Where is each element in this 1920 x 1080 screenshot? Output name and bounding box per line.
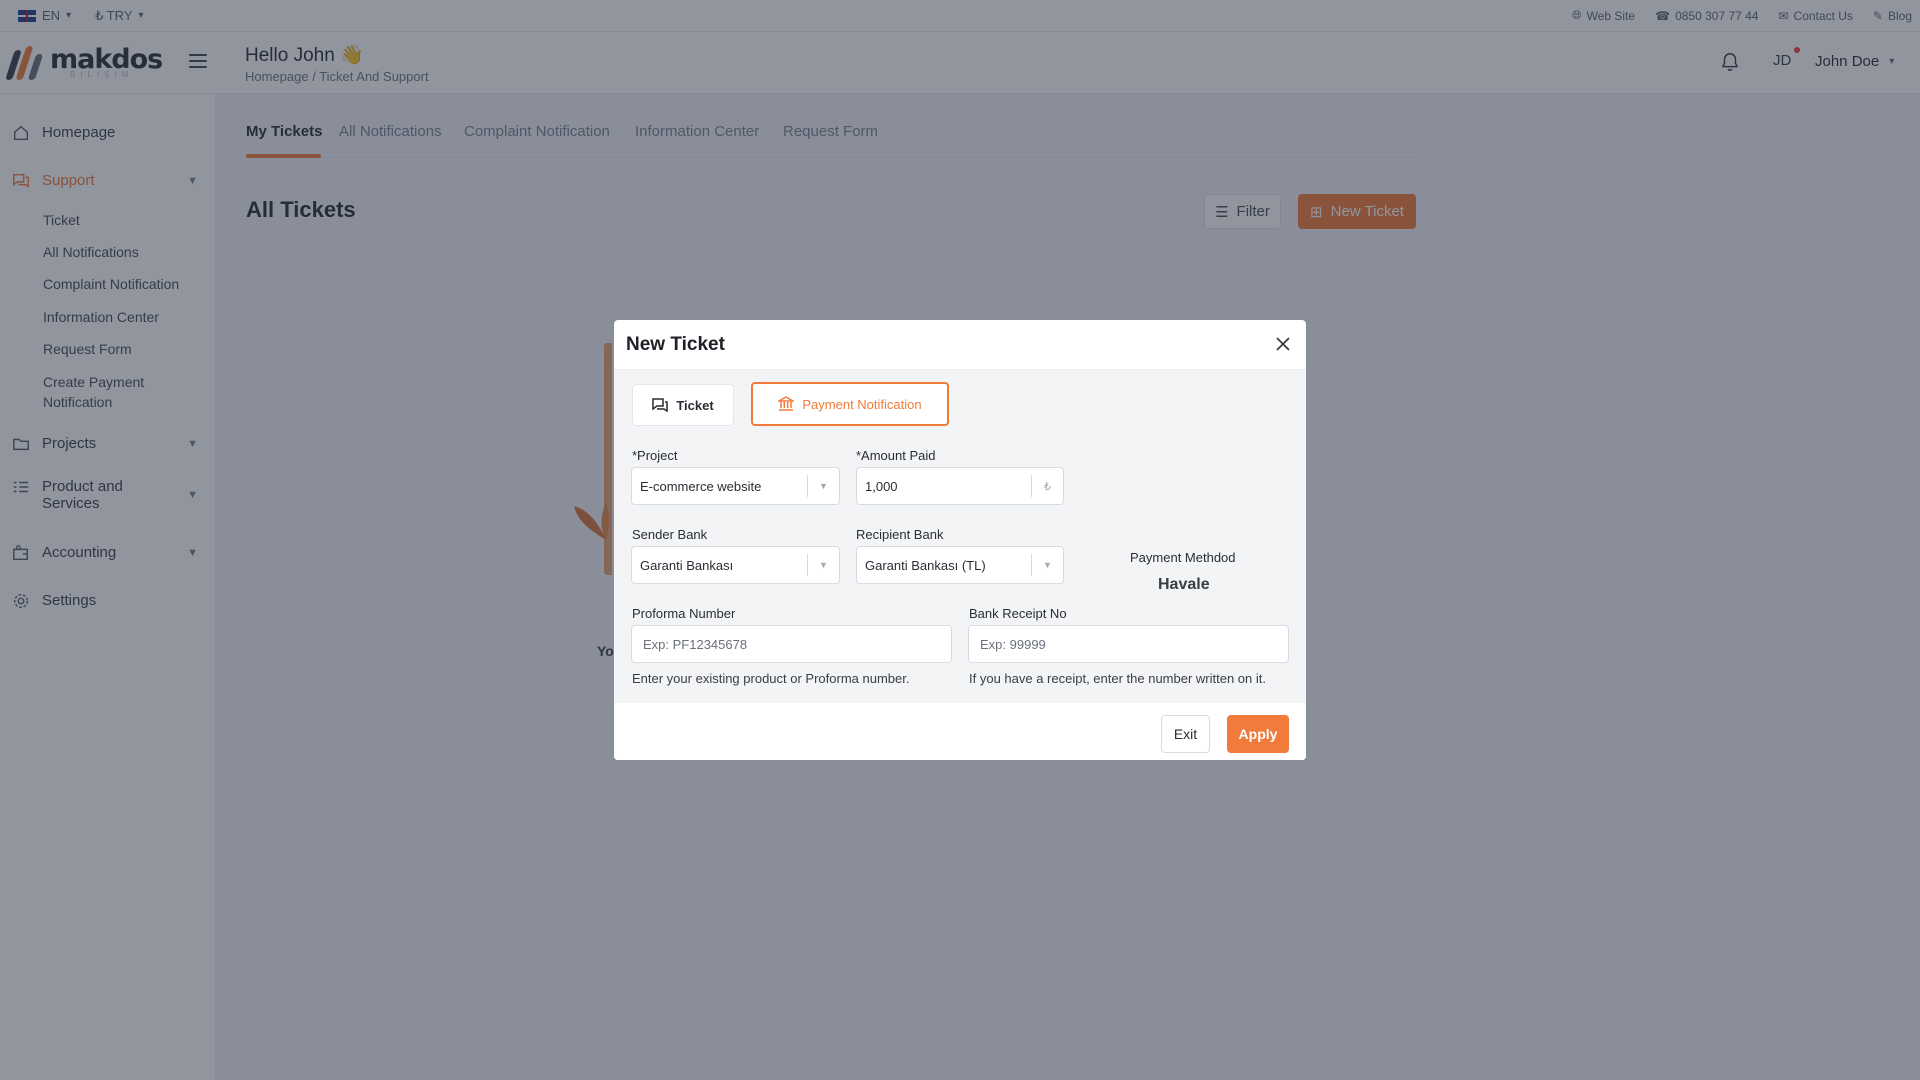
new-ticket-modal: New Ticket Ticket Payment Notification *… — [614, 320, 1306, 760]
payment-method-value: Havale — [1158, 576, 1210, 593]
bank-icon — [778, 396, 795, 411]
modal-header: New Ticket — [614, 320, 1306, 370]
payment-method-label: Payment Methdod — [1130, 550, 1236, 565]
chevron-down-icon: ▼ — [819, 481, 828, 491]
chat-icon — [652, 398, 669, 412]
amount-paid-label: *Amount Paid — [856, 448, 936, 463]
sender-bank-label: Sender Bank — [632, 527, 708, 542]
chevron-down-icon: ▼ — [819, 560, 828, 570]
proforma-number-input[interactable]: Exp: PF12345678 — [631, 625, 952, 663]
currency-lira-icon: ₺ — [1044, 480, 1051, 493]
close-icon[interactable] — [1274, 335, 1292, 353]
bank-receipt-input[interactable]: Exp: 99999 — [968, 625, 1289, 663]
bank-receipt-placeholder: Exp: 99999 — [980, 636, 1046, 652]
sender-bank-select[interactable]: Garanti Bankası ▼ — [631, 546, 840, 584]
recipient-bank-value: Garanti Bankası (TL) — [865, 557, 986, 573]
proforma-number-label: Proforma Number — [632, 606, 736, 621]
payment-notification-type-button[interactable]: Payment Notification — [751, 382, 949, 426]
project-select-value: E-commerce website — [640, 478, 762, 494]
ticket-type-button[interactable]: Ticket — [632, 384, 734, 426]
amount-paid-value: 1,000 — [865, 478, 898, 494]
project-select[interactable]: E-commerce website ▼ — [631, 467, 840, 505]
recipient-bank-label: Recipient Bank — [856, 527, 944, 542]
project-label: *Project — [632, 448, 678, 463]
sender-bank-value: Garanti Bankası — [640, 557, 734, 573]
modal-title: New Ticket — [626, 334, 725, 355]
exit-button[interactable]: Exit — [1161, 715, 1210, 753]
modal-footer: Exit Apply — [614, 703, 1306, 760]
chevron-down-icon: ▼ — [1043, 560, 1052, 570]
apply-button[interactable]: Apply — [1227, 715, 1289, 753]
ticket-type-label: Ticket — [676, 397, 714, 413]
amount-paid-input[interactable]: 1,000 ₺ — [856, 467, 1064, 505]
modal-body: Ticket Payment Notification *Project E-c… — [614, 370, 1306, 703]
proforma-number-placeholder: Exp: PF12345678 — [643, 636, 748, 652]
bank-receipt-help-text: If you have a receipt, enter the number … — [969, 671, 1266, 686]
payment-notification-type-label: Payment Notification — [802, 396, 922, 412]
bank-receipt-label: Bank Receipt No — [969, 606, 1067, 621]
proforma-help-text: Enter your existing product or Proforma … — [632, 671, 910, 686]
recipient-bank-select[interactable]: Garanti Bankası (TL) ▼ — [856, 546, 1064, 584]
